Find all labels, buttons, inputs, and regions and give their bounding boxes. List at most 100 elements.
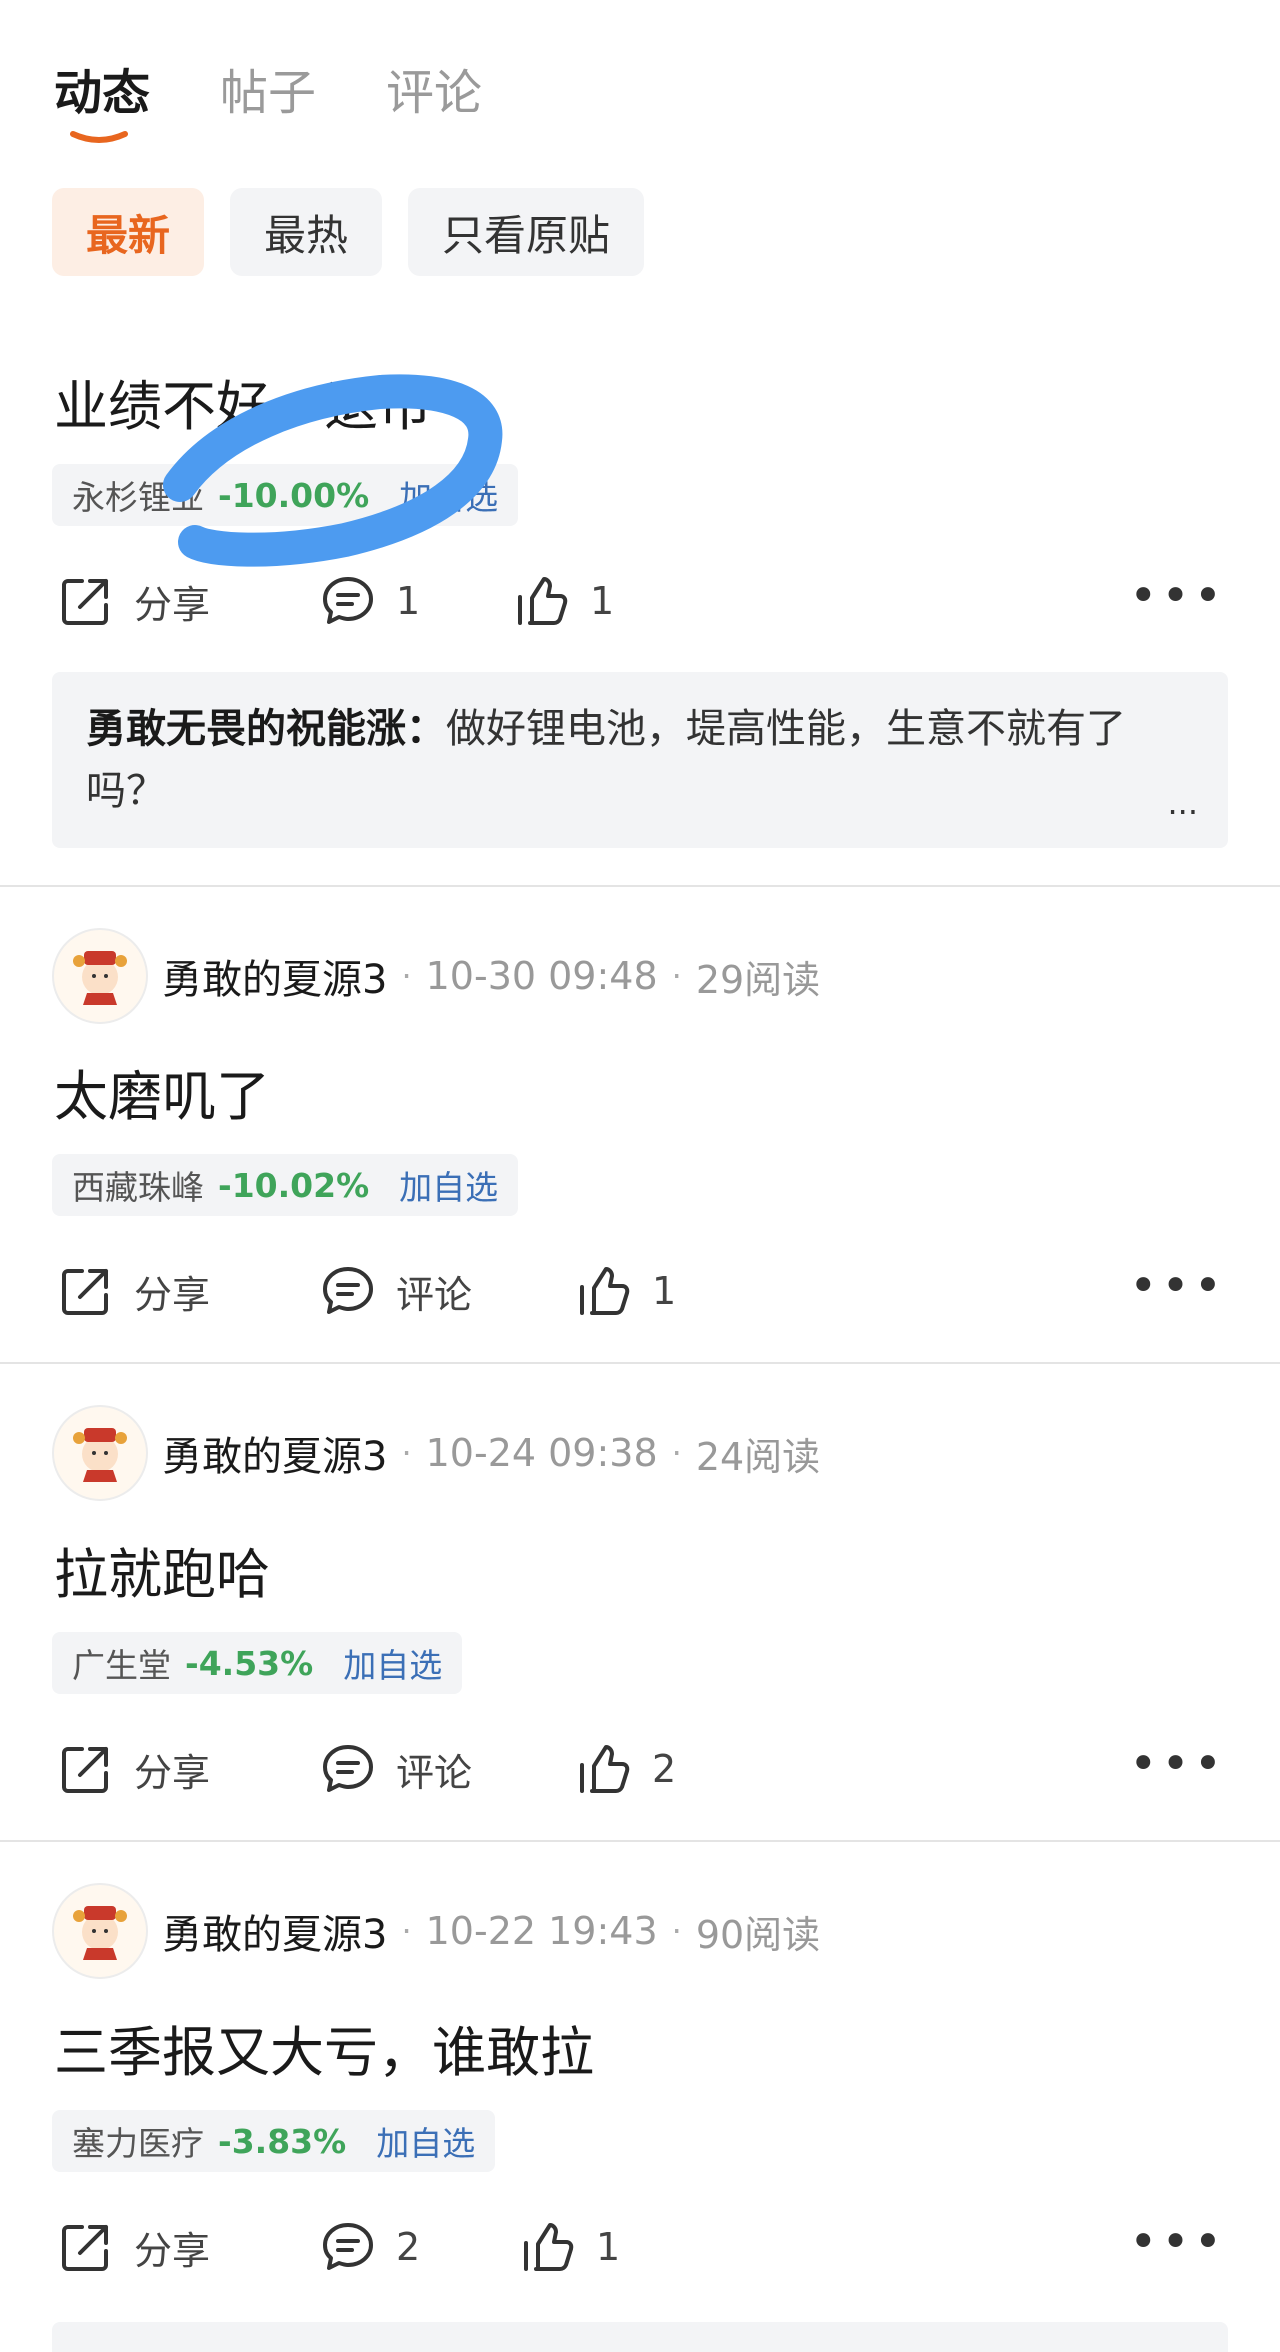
tab-posts[interactable]: 帖子 [220,60,316,126]
post-actions: 分享 评论 2 ••• [56,1734,1226,1804]
add-watchlist-button[interactable]: 加自选 [376,2117,475,2165]
post-text: 三季报又大亏，谁敢拉 [54,2021,594,2084]
thumbs-up-icon [580,1745,630,1793]
stock-change: -3.83% [218,2121,347,2161]
share-button[interactable]: 分享 [56,1734,210,1804]
read-count: 90阅读 [695,1912,821,1957]
comment-button[interactable]: 评论 [318,1734,472,1804]
filter-bar: 最新 最热 只看原贴 [52,188,645,276]
share-button[interactable]: 分享 [56,2212,210,2282]
share-icon [62,2225,108,2271]
comment-label: 评论 [396,1272,473,1317]
like-button[interactable]: 1 [512,566,614,636]
divider [0,1362,1280,1364]
like-count: 2 [652,1747,677,1791]
stock-change: -4.53% [185,1643,314,1683]
filter-hot[interactable]: 最热 [230,188,383,276]
tab-comments[interactable]: 评论 [386,60,482,126]
meta-separator: · [671,957,682,995]
meta-separator: · [401,1434,412,1472]
comment-button[interactable]: 2 [318,2212,420,2282]
add-watchlist-button[interactable]: 加自选 [399,1161,498,1209]
share-icon [62,579,108,625]
share-label: 分享 [134,1272,211,1317]
share-label: 分享 [134,582,211,627]
post-meta: 勇敢的夏源3 · 10-22 19:43 · 90阅读 [52,1883,820,1979]
tab-active-indicator [70,131,128,143]
divider [0,885,1280,887]
post-meta: 勇敢的夏源3 · 10-24 09:38 · 24阅读 [52,1405,820,1501]
scribble-annotation [163,374,503,567]
filter-latest[interactable]: 最新 [52,188,205,276]
post-text: 拉就跑哈 [54,1543,270,1606]
share-label: 分享 [134,1750,211,1795]
author-name[interactable]: 勇敢的夏源3 [162,1902,387,1960]
avatar[interactable] [52,1405,148,1501]
like-button[interactable]: 1 [518,2212,620,2282]
share-icon [62,1747,108,1793]
featured-reply[interactable]: 勇敢无畏的祝能涨：做好锂电池，堤高性能，生意不就有了吗？ ... [52,672,1228,848]
stock-name: 广生堂 [72,1646,171,1685]
next-card-peek [52,2322,1228,2352]
post-text: 太磨叽了 [54,1065,270,1128]
divider [0,1840,1280,1842]
comment-label: 评论 [396,1750,473,1795]
reply-more-icon[interactable]: ... [1167,772,1198,834]
thumbs-up-icon [524,2223,574,2271]
meta-separator: · [401,1912,412,1950]
author-name[interactable]: 勇敢的夏源3 [162,1424,387,1482]
add-watchlist-button[interactable]: 加自选 [343,1639,442,1687]
post-time: 10-22 19:43 [425,1909,658,1953]
post-meta: 勇敢的夏源3 · 10-30 09:48 · 29阅读 [52,928,820,1024]
more-button[interactable]: ••• [1129,2218,1226,2266]
avatar[interactable] [52,1883,148,1979]
comment-icon [323,1267,373,1314]
avatar-icon [73,951,127,1005]
stock-tag[interactable]: 广生堂 -4.53% 加自选 [52,1632,463,1694]
thumbs-up-icon [518,577,568,625]
like-count: 1 [590,579,615,623]
comment-icon [323,577,373,624]
post-actions: 分享 2 1 ••• [56,2212,1226,2282]
more-button[interactable]: ••• [1129,572,1226,620]
stock-tag[interactable]: 西藏珠峰 -10.02% 加自选 [52,1154,519,1216]
share-button[interactable]: 分享 [56,1256,210,1326]
like-count: 1 [596,2225,621,2269]
like-count: 1 [652,1269,677,1313]
meta-separator: · [671,1912,682,1950]
more-button[interactable]: ••• [1129,1740,1226,1788]
tab-dynamic-label: 动态 [54,65,151,121]
avatar-icon [73,1428,127,1482]
like-button[interactable]: 1 [574,1256,676,1326]
filter-original-only[interactable]: 只看原贴 [408,188,645,276]
post-time: 10-30 09:48 [425,954,658,998]
avatar-icon [73,1906,127,1960]
comment-count: 1 [396,579,421,623]
meta-separator: · [671,1434,682,1472]
stock-name: 西藏珠峰 [72,1168,204,1207]
post-time: 10-24 09:38 [425,1431,658,1475]
reply-author[interactable]: 勇敢无畏的祝能涨： [86,706,446,752]
tab-bar: 动态 帖子 评论 [54,60,482,143]
share-icon [62,1269,108,1315]
comment-button[interactable]: 评论 [318,1256,472,1326]
stock-name: 塞力医疗 [72,2124,204,2163]
stock-tag[interactable]: 塞力医疗 -3.83% 加自选 [52,2110,496,2172]
more-button[interactable]: ••• [1129,1262,1226,1310]
like-button[interactable]: 2 [574,1734,676,1804]
comment-icon [323,1745,373,1792]
comment-icon [323,2223,373,2270]
stock-change: -10.02% [218,1165,370,1205]
post-actions: 分享 评论 1 ••• [56,1256,1226,1326]
tab-posts-label: 帖子 [220,65,317,121]
read-count: 29阅读 [695,957,821,1002]
thumbs-up-icon [580,1267,630,1315]
author-name[interactable]: 勇敢的夏源3 [162,947,387,1005]
tab-dynamic[interactable]: 动态 [54,60,151,143]
avatar[interactable] [52,928,148,1024]
read-count: 24阅读 [695,1434,821,1479]
tab-comments-label: 评论 [386,65,483,121]
share-label: 分享 [134,2228,211,2273]
comment-count: 2 [396,2225,421,2269]
meta-separator: · [401,957,412,995]
